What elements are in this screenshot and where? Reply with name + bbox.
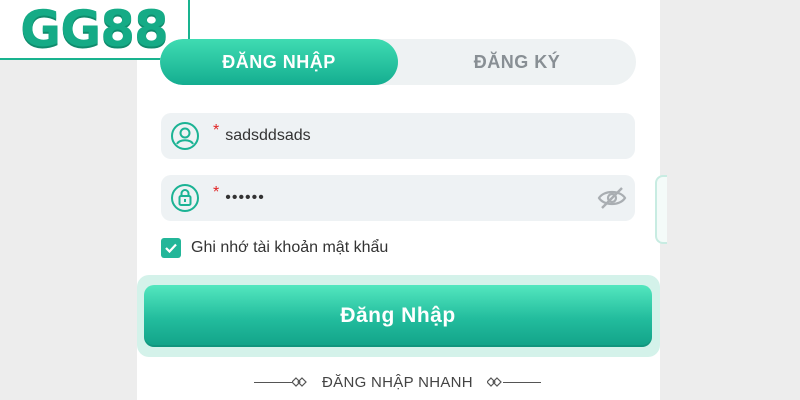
quick-login-label[interactable]: ĐĂNG NHẬP NHANH bbox=[322, 374, 473, 391]
remember-row: Ghi nhớ tài khoản mật khẩu bbox=[161, 237, 388, 259]
remember-label: Ghi nhớ tài khoản mật khẩu bbox=[191, 239, 389, 256]
remember-checkbox[interactable] bbox=[161, 238, 181, 258]
login-submit-button[interactable]: Đăng Nhập bbox=[144, 285, 652, 347]
login-submit-label: Đăng Nhập bbox=[340, 304, 456, 327]
diamond-icon bbox=[292, 377, 307, 387]
diamond-icon bbox=[486, 377, 502, 387]
username-input[interactable]: sadsddsads bbox=[225, 127, 310, 145]
required-mark: * bbox=[213, 122, 220, 139]
password-input[interactable]: •••••• bbox=[225, 189, 265, 207]
tab-login[interactable]: ĐĂNG NHẬP bbox=[160, 39, 398, 85]
password-field[interactable]: * •••••• bbox=[161, 175, 635, 221]
divider-line-right bbox=[502, 381, 541, 383]
check-icon bbox=[165, 243, 177, 254]
eye-slash-icon[interactable] bbox=[597, 184, 627, 212]
required-mark: * bbox=[213, 184, 220, 201]
side-panel-edge bbox=[655, 175, 667, 244]
user-icon bbox=[170, 121, 200, 151]
logo-text: GG88 bbox=[20, 0, 169, 58]
username-field[interactable]: * sadsddsads bbox=[161, 113, 635, 159]
lock-icon bbox=[170, 183, 200, 213]
auth-tabs: ĐĂNG NHẬP ĐĂNG KÝ bbox=[160, 39, 636, 85]
tab-register[interactable]: ĐĂNG KÝ bbox=[398, 39, 636, 85]
quick-login-divider: ĐĂNG NHẬP NHANH bbox=[245, 372, 550, 392]
divider-line-left bbox=[254, 381, 293, 383]
